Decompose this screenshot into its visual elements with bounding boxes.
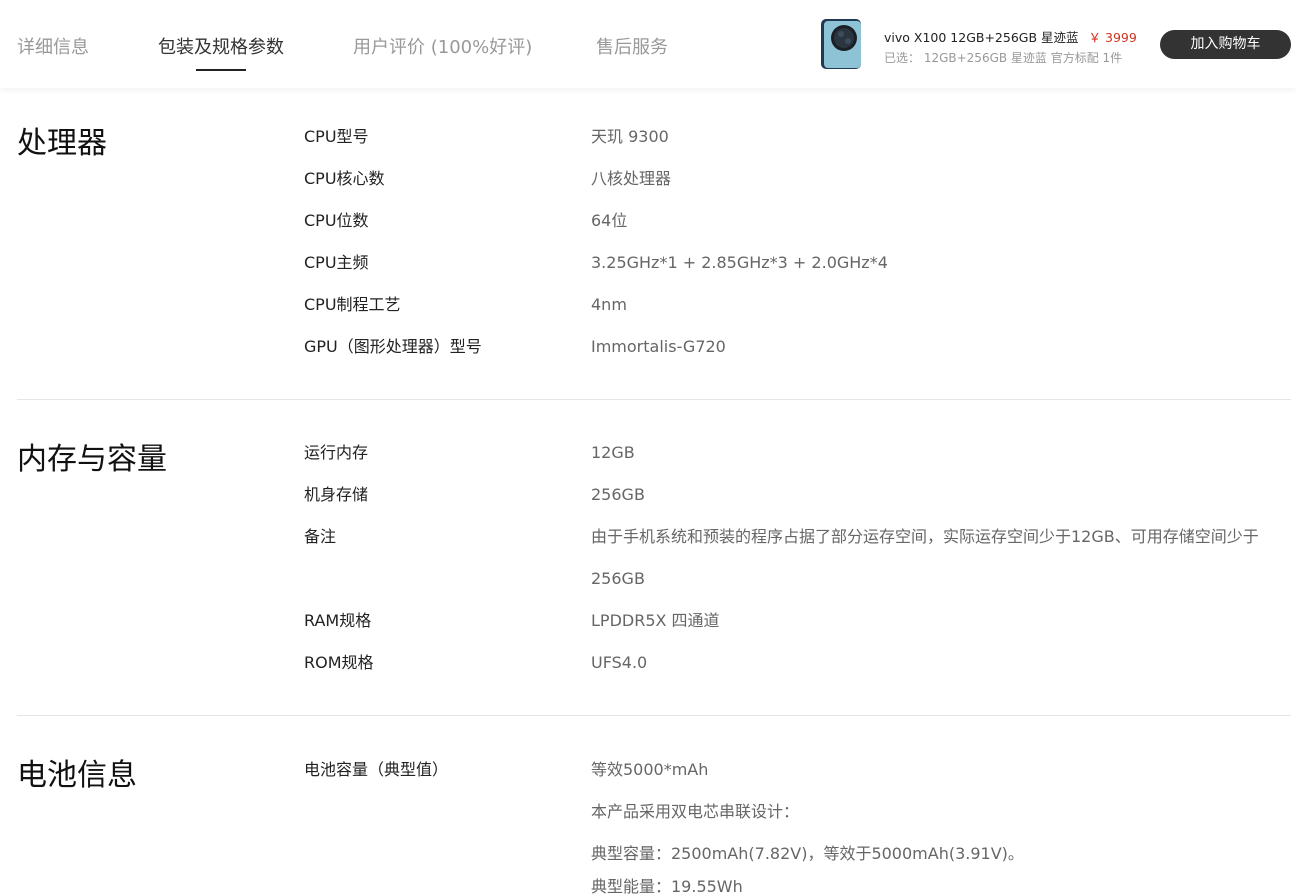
product-thumbnail <box>821 19 861 69</box>
spec-key: 备注 <box>304 527 337 546</box>
active-tab-indicator <box>196 69 246 71</box>
section-divider <box>17 399 1291 400</box>
spec-value: 八核处理器 <box>591 169 672 188</box>
spec-value: UFS4.0 <box>591 653 648 672</box>
spec-value: 4nm <box>591 295 627 314</box>
spec-value: Immortalis-G720 <box>591 337 726 356</box>
spec-value: LPDDR5X 四通道 <box>591 611 720 630</box>
spec-key: CPU制程工艺 <box>304 295 401 314</box>
section-title: 处理器 <box>17 126 107 161</box>
product-selection: 已选： 12GB+256GB 星迹蓝 官方标配 1件 <box>884 51 1123 65</box>
spec-key: 电池容量（典型值） <box>304 760 449 779</box>
spec-key: CPU型号 <box>304 127 369 146</box>
section-divider <box>17 715 1291 716</box>
spec-key: RAM规格 <box>304 611 372 630</box>
spec-key: CPU主频 <box>304 253 369 272</box>
spec-key: ROM规格 <box>304 653 374 672</box>
product-price: ￥ 3999 <box>1088 30 1137 45</box>
spec-value: 等效5000*mAh <box>591 760 709 779</box>
top-nav-bar: 详细信息 包装及规格参数 用户评价 (100%好评) 售后服务 vivo X10… <box>0 0 1296 88</box>
spec-value: 由于手机系统和预装的程序占据了部分运存空间，实际运存空间少于12GB、可用存储空… <box>591 527 1259 588</box>
spec-key: CPU位数 <box>304 211 369 230</box>
spec-value: 64位 <box>591 211 628 230</box>
spec-value: 本产品采用双电芯串联设计： <box>591 802 800 821</box>
tab-after-sales[interactable]: 售后服务 <box>596 33 668 59</box>
spec-value: 256GB <box>591 485 645 504</box>
tab-reviews[interactable]: 用户评价 (100%好评) <box>353 33 532 59</box>
spec-value: 天玑 9300 <box>591 127 669 146</box>
spec-value: 3.25GHz*1 + 2.85GHz*3 + 2.0GHz*4 <box>591 253 888 272</box>
tab-details[interactable]: 详细信息 <box>17 33 89 59</box>
add-to-cart-button[interactable]: 加入购物车 <box>1160 30 1291 59</box>
spec-row: 典型能量：19.55Wh <box>304 866 1294 896</box>
spec-value: 典型能量：19.55Wh <box>591 877 743 896</box>
spec-key: CPU核心数 <box>304 169 385 188</box>
spec-key: GPU（图形处理器）型号 <box>304 337 482 356</box>
spec-key: 运行内存 <box>304 443 369 462</box>
product-title-line: vivo X100 12GB+256GB 星迹蓝 ￥ 3999 <box>884 27 1137 46</box>
spec-key: 机身存储 <box>304 485 369 504</box>
product-name: vivo X100 12GB+256GB 星迹蓝 <box>884 30 1079 45</box>
section-title: 内存与容量 <box>17 442 167 477</box>
tab-specs[interactable]: 包装及规格参数 <box>158 33 284 59</box>
product-summary: vivo X100 12GB+256GB 星迹蓝 ￥ 3999 已选： 12GB+… <box>820 18 1140 72</box>
spec-value: 12GB <box>591 443 635 462</box>
section-title: 电池信息 <box>17 758 137 793</box>
